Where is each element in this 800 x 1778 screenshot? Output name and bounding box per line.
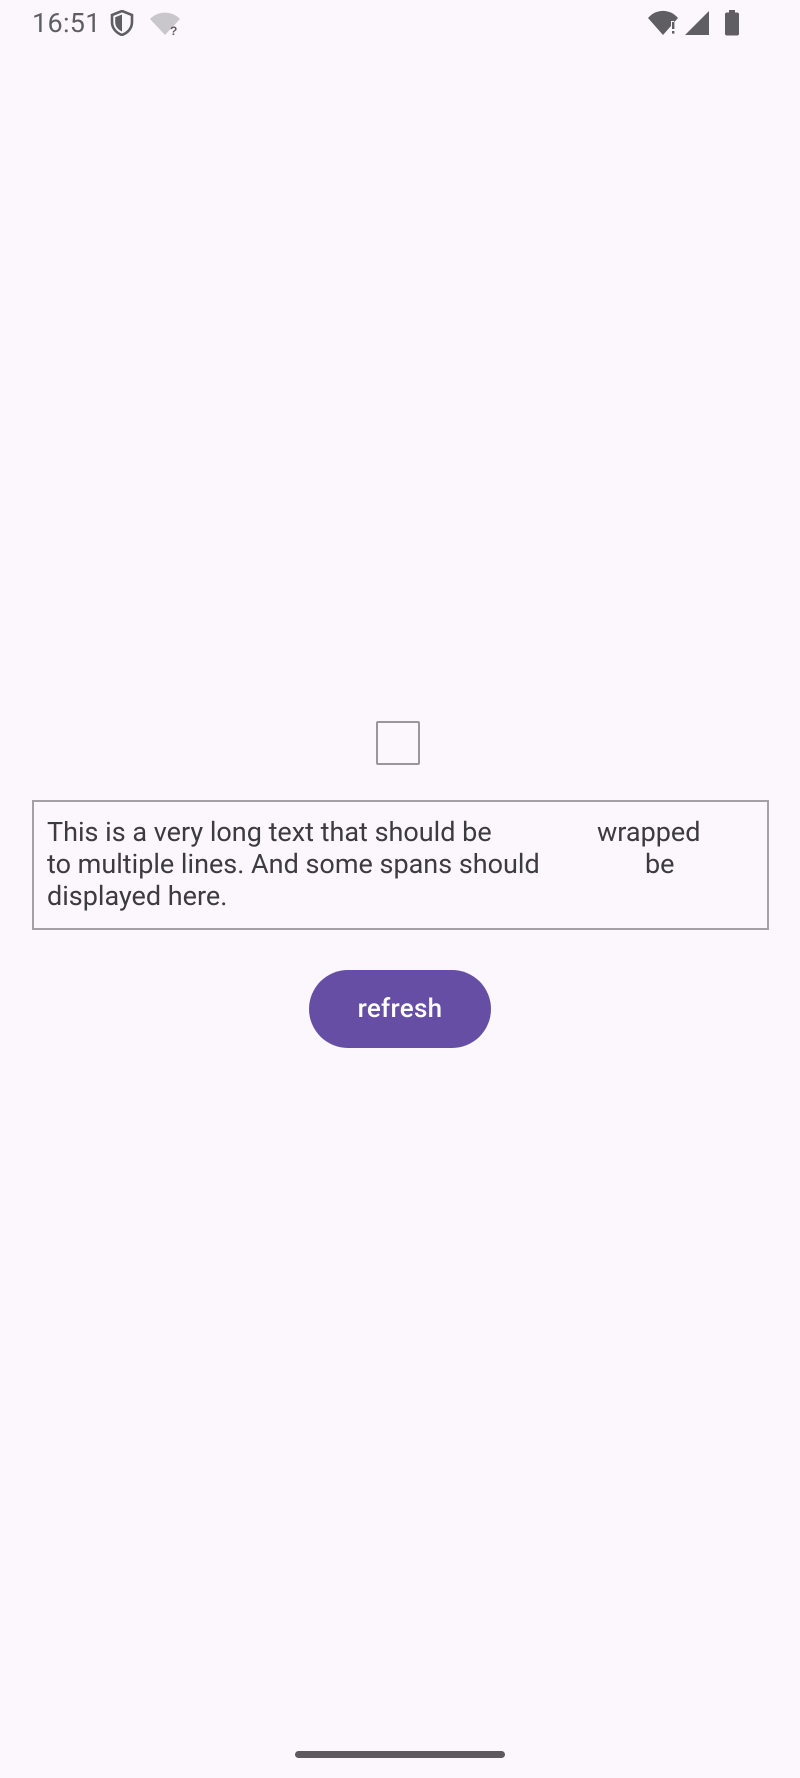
status-bar: 16:51 ? xyxy=(0,0,800,46)
text-line-3: displayed here. xyxy=(47,880,228,912)
text-line-1: This is a very long text that should be xyxy=(47,816,492,848)
text-span-wrapped: wrapped xyxy=(597,816,701,848)
gesture-nav-handle[interactable] xyxy=(295,1751,505,1758)
checkbox[interactable] xyxy=(376,721,420,765)
long-text-box: This is a very long text that should be … xyxy=(32,800,769,930)
refresh-button[interactable]: refresh xyxy=(309,970,491,1048)
shield-icon xyxy=(110,10,134,36)
cellular-signal-icon xyxy=(685,11,709,35)
svg-text:?: ? xyxy=(170,24,177,36)
wifi-alert-icon xyxy=(648,10,678,35)
battery-icon xyxy=(725,10,739,36)
status-time: 16:51 xyxy=(32,7,101,39)
wifi-question-icon: ? xyxy=(150,12,180,36)
text-span-be: be xyxy=(645,848,675,880)
text-line-2: to multiple lines. And some spans should xyxy=(47,848,540,880)
